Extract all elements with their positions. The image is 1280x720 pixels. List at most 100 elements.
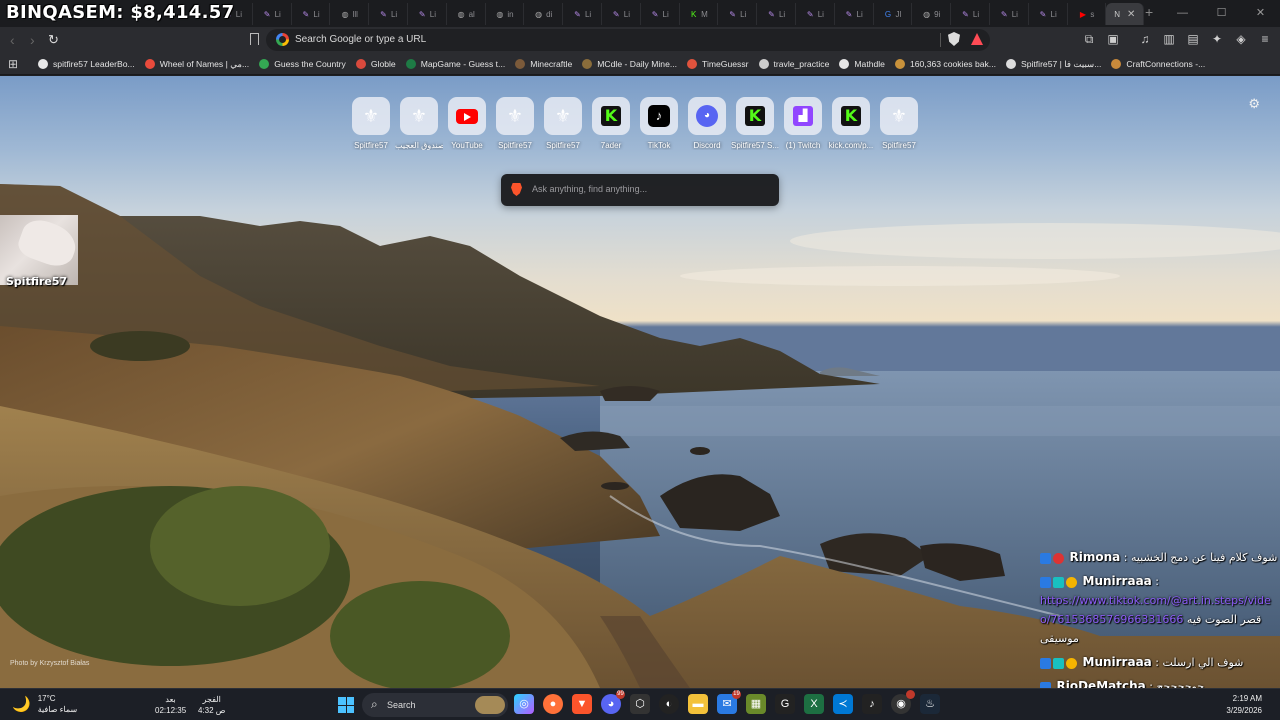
extensions-icon[interactable]: ⧉ xyxy=(1082,32,1096,47)
bookmark-item[interactable]: Globle xyxy=(355,59,396,69)
browser-tab[interactable]: ◍ 9i xyxy=(912,3,952,25)
bookmark-item[interactable]: Minecraftle xyxy=(515,59,572,69)
top-site-tile[interactable]: YouTube xyxy=(448,97,486,150)
ntp-search-box[interactable]: Ask anything, find anything... xyxy=(501,174,779,206)
browser-tab[interactable]: ◍ in xyxy=(486,3,525,25)
top-site-tile[interactable]: ⚜ Spitfire57 xyxy=(352,97,390,150)
reload-button[interactable]: ↻ xyxy=(48,32,59,48)
minecraft-icon[interactable]: ▦ xyxy=(746,694,766,714)
bookmark-item[interactable]: TimeGuessr xyxy=(687,59,749,69)
copilot-icon[interactable]: ◎ xyxy=(514,694,534,714)
apps-grid-icon[interactable]: ⊞ xyxy=(8,57,18,71)
bookmark-favicon-icon xyxy=(894,59,905,69)
forward-button[interactable]: › xyxy=(30,32,35,48)
bookmark-page-icon[interactable] xyxy=(250,33,259,45)
browser-tab[interactable]: KM xyxy=(680,3,719,25)
firefox-icon[interactable]: ● xyxy=(543,694,563,714)
menu-icon[interactable]: ≡ xyxy=(1258,32,1272,47)
brave-rewards-icon[interactable] xyxy=(971,33,983,45)
close-tab-icon[interactable]: ✕ xyxy=(1127,9,1135,20)
vpn-icon[interactable]: ◈ xyxy=(1234,32,1248,47)
browser-tab[interactable]: ✎ Li xyxy=(796,3,835,25)
back-button[interactable]: ‹ xyxy=(10,32,15,48)
sidebar-icon[interactable]: ▥ xyxy=(1162,32,1176,47)
top-site-tile[interactable]: Kkick.com/p... xyxy=(829,97,873,150)
browser-tab[interactable]: ◍ lll xyxy=(330,3,370,25)
windows-start-button[interactable] xyxy=(338,697,354,713)
browser-tab[interactable]: ✎ Li xyxy=(253,3,292,25)
brave-icon[interactable]: ▼ xyxy=(572,694,592,714)
browser-tab[interactable]: ✎ Li xyxy=(835,3,874,25)
system-clock[interactable]: 2:19 AM 3/29/2026 xyxy=(1226,693,1262,717)
clock-time: 2:19 AM xyxy=(1232,694,1262,703)
bookmark-item[interactable]: Guess the Country xyxy=(259,59,346,69)
browser-tab[interactable]: ✎ Li xyxy=(718,3,758,25)
taskbar-search[interactable]: ⌕ Search xyxy=(362,693,508,717)
top-site-tile[interactable]: ⚜ Spitfire57 xyxy=(880,97,918,150)
globe-icon: ◍ xyxy=(535,9,543,19)
audio-app-icon[interactable]: ♪ xyxy=(862,694,882,714)
screenshot-icon[interactable]: ▣ xyxy=(1106,32,1120,47)
bookmark-item[interactable]: MapGame - Guess t... xyxy=(405,59,505,69)
bookmark-item[interactable]: Spitfire57 | سبيت فا... xyxy=(1005,59,1101,70)
leo-ai-icon[interactable]: ✦ xyxy=(1210,32,1224,47)
bookmark-item[interactable]: CraftConnections -... xyxy=(1111,59,1205,69)
obs-icon[interactable]: ⬡ xyxy=(630,694,650,714)
browser-tab[interactable]: ✎ Li xyxy=(563,3,602,25)
browser-tab[interactable]: G Jl xyxy=(874,3,913,25)
top-site-tile[interactable]: ⚜ Spitfire57 xyxy=(544,97,582,150)
close-window-button[interactable]: ✕ xyxy=(1241,0,1280,27)
chrome-dev-icon[interactable]: ◉ xyxy=(891,690,915,714)
obs-studio-icon[interactable]: ◐ xyxy=(659,694,679,714)
maximize-button[interactable]: ☐ xyxy=(1202,0,1241,27)
browser-tab[interactable]: ✎ Li xyxy=(757,3,796,25)
new-tab-button[interactable]: + xyxy=(1145,4,1153,20)
browser-tab[interactable]: ✎ Li xyxy=(408,3,447,25)
browser-tab[interactable]: ◍ di xyxy=(524,3,564,25)
top-site-tile[interactable]: ◕ Discord xyxy=(688,97,726,150)
bookmark-item[interactable]: Mathdle xyxy=(839,59,885,69)
browser-tab[interactable]: ✎ Li xyxy=(951,3,990,25)
top-site-tile[interactable]: ⚜ Spitfire57 xyxy=(496,97,534,150)
browser-tab[interactable]: ✎ Li xyxy=(641,3,680,25)
bookmark-item[interactable]: 160,363 cookies bak... xyxy=(894,59,996,69)
discord-icon[interactable]: ◕ 99 xyxy=(601,690,625,714)
browser-tab[interactable]: ✎ Li xyxy=(602,3,641,25)
browser-tab-active[interactable]: N ✕ xyxy=(1106,3,1145,25)
media-icon[interactable]: ♫ xyxy=(1138,32,1152,47)
photo-credit[interactable]: Photo by Krzysztof Białas xyxy=(10,660,89,667)
browser-tab[interactable]: ✎ Li xyxy=(292,3,331,25)
chat-username: RioDeMatcha xyxy=(1056,679,1146,688)
browser-tab[interactable]: ✎ Li xyxy=(369,3,408,25)
address-bar[interactable]: Search Google or type a URL xyxy=(266,29,990,51)
brave-shields-icon[interactable] xyxy=(948,32,960,46)
bookmark-item[interactable]: Wheel of Names | مي... xyxy=(144,59,249,70)
chat-message: Munirraaa : شوف الي ارسلت xyxy=(1040,653,1280,672)
github-icon[interactable]: G xyxy=(775,694,795,714)
top-site-tile[interactable]: ▟ (1) Twitch xyxy=(784,97,822,150)
messaging-app-icon[interactable]: ✉ 19 xyxy=(717,690,741,714)
minimize-button[interactable]: — xyxy=(1163,0,1202,27)
file-explorer-icon[interactable]: ▬ xyxy=(688,694,708,714)
excel-icon[interactable]: X xyxy=(804,694,824,714)
top-site-tile[interactable]: K Spitfire57 S... xyxy=(731,97,779,150)
vscode-icon[interactable]: ≺ xyxy=(833,694,853,714)
ntp-settings-gear-icon[interactable]: ⚙ xyxy=(1248,96,1260,112)
top-site-tile[interactable]: ♪ TikTok xyxy=(640,97,678,150)
bookmark-item[interactable]: spitfire57 LeaderBo... xyxy=(38,59,135,69)
tab-strip: BINQASEM: $8,414.57 ✎ Li ✎ Li ✎ Li ◍ lll ✎ Li ✎ Li ◍… xyxy=(0,0,1280,27)
weather-widget[interactable]: 🌙 17°C سماء صافية xyxy=(12,693,77,715)
bookmark-item[interactable]: travle_practice xyxy=(758,59,829,69)
bookmark-item[interactable]: MCdle - Daily Mine... xyxy=(582,59,677,69)
top-site-tile[interactable]: ⚜ صندوق العجيب xyxy=(395,97,443,150)
top-sites: ⚜ Spitfire57 ⚜ صندوق العجيب YouTube ⚜ Spitfire… xyxy=(352,97,918,150)
address-placeholder: Search Google or type a URL xyxy=(295,34,427,45)
browser-tab[interactable]: ✎ Li xyxy=(990,3,1029,25)
browser-tab[interactable]: ✎ Li xyxy=(1029,3,1068,25)
browser-tab[interactable]: ◍ al xyxy=(447,3,486,25)
wallet-icon[interactable]: ▤ xyxy=(1186,32,1200,47)
top-site-tile[interactable]: K 7ader xyxy=(592,97,630,150)
steam-icon[interactable]: ♨ xyxy=(920,694,940,714)
top-site-label: TikTok xyxy=(647,141,671,150)
browser-tab[interactable]: ▶ s xyxy=(1068,3,1107,25)
